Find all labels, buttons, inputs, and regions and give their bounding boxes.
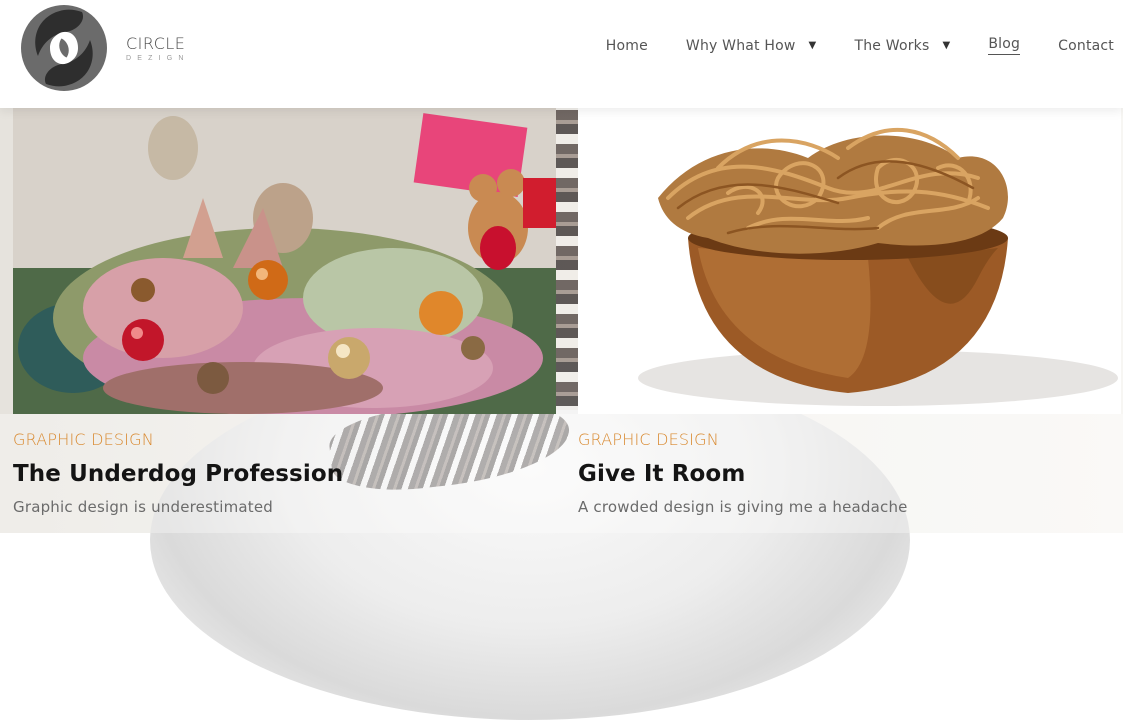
blog-post-card[interactable]: GRAPHIC DESIGN The Underdog Profession G… xyxy=(13,108,556,516)
post-excerpt: A crowded design is giving me a headache xyxy=(578,498,908,516)
nav-contact-label: Contact xyxy=(1058,37,1114,54)
site-header: CIRCLE DEZIGN Home Why What How ▼ The Wo… xyxy=(0,0,1123,108)
brand-wordmark[interactable]: CIRCLE DEZIGN xyxy=(126,34,190,63)
post-category[interactable]: GRAPHIC DESIGN xyxy=(13,430,556,449)
post-excerpt: Graphic design is underestimated xyxy=(13,498,274,516)
flower-bouquet-illustration xyxy=(13,108,556,414)
nav-the-works-label: The Works xyxy=(854,37,930,54)
nav-the-works[interactable]: The Works ▼ xyxy=(854,38,950,54)
brand-name: CIRCLE xyxy=(126,34,186,53)
post-body: GRAPHIC DESIGN Give It Room A crowded de… xyxy=(578,414,1121,516)
nav-why-what-how-label: Why What How xyxy=(685,37,796,54)
nav-blog[interactable]: Blog xyxy=(988,36,1021,55)
post-body: GRAPHIC DESIGN The Underdog Profession G… xyxy=(13,414,556,516)
post-title[interactable]: Give It Room xyxy=(578,461,1121,487)
nav-home[interactable]: Home xyxy=(606,38,648,54)
brand-subname: DEZIGN xyxy=(126,55,190,62)
nav-blog-label: Blog xyxy=(988,36,1021,55)
nav-why-what-how[interactable]: Why What How ▼ xyxy=(686,38,817,54)
twine-bowl-illustration xyxy=(578,108,1121,414)
circle-logo-icon xyxy=(21,5,107,91)
twine-bowl-image[interactable] xyxy=(578,108,1121,414)
nav-home-label: Home xyxy=(605,37,648,54)
nav-contact[interactable]: Contact xyxy=(1058,38,1114,54)
blog-post-card[interactable]: GRAPHIC DESIGN Give It Room A crowded de… xyxy=(578,108,1121,516)
flower-bouquet-image[interactable] xyxy=(13,108,556,414)
main-navigation: Home Why What How ▼ The Works ▼ Blog Con… xyxy=(568,36,1114,55)
post-title[interactable]: The Underdog Profession xyxy=(13,461,556,487)
logo-link[interactable] xyxy=(20,4,108,92)
caret-down-icon[interactable]: ▼ xyxy=(809,40,817,51)
caret-down-icon[interactable]: ▼ xyxy=(942,40,950,51)
post-category[interactable]: GRAPHIC DESIGN xyxy=(578,430,1121,449)
